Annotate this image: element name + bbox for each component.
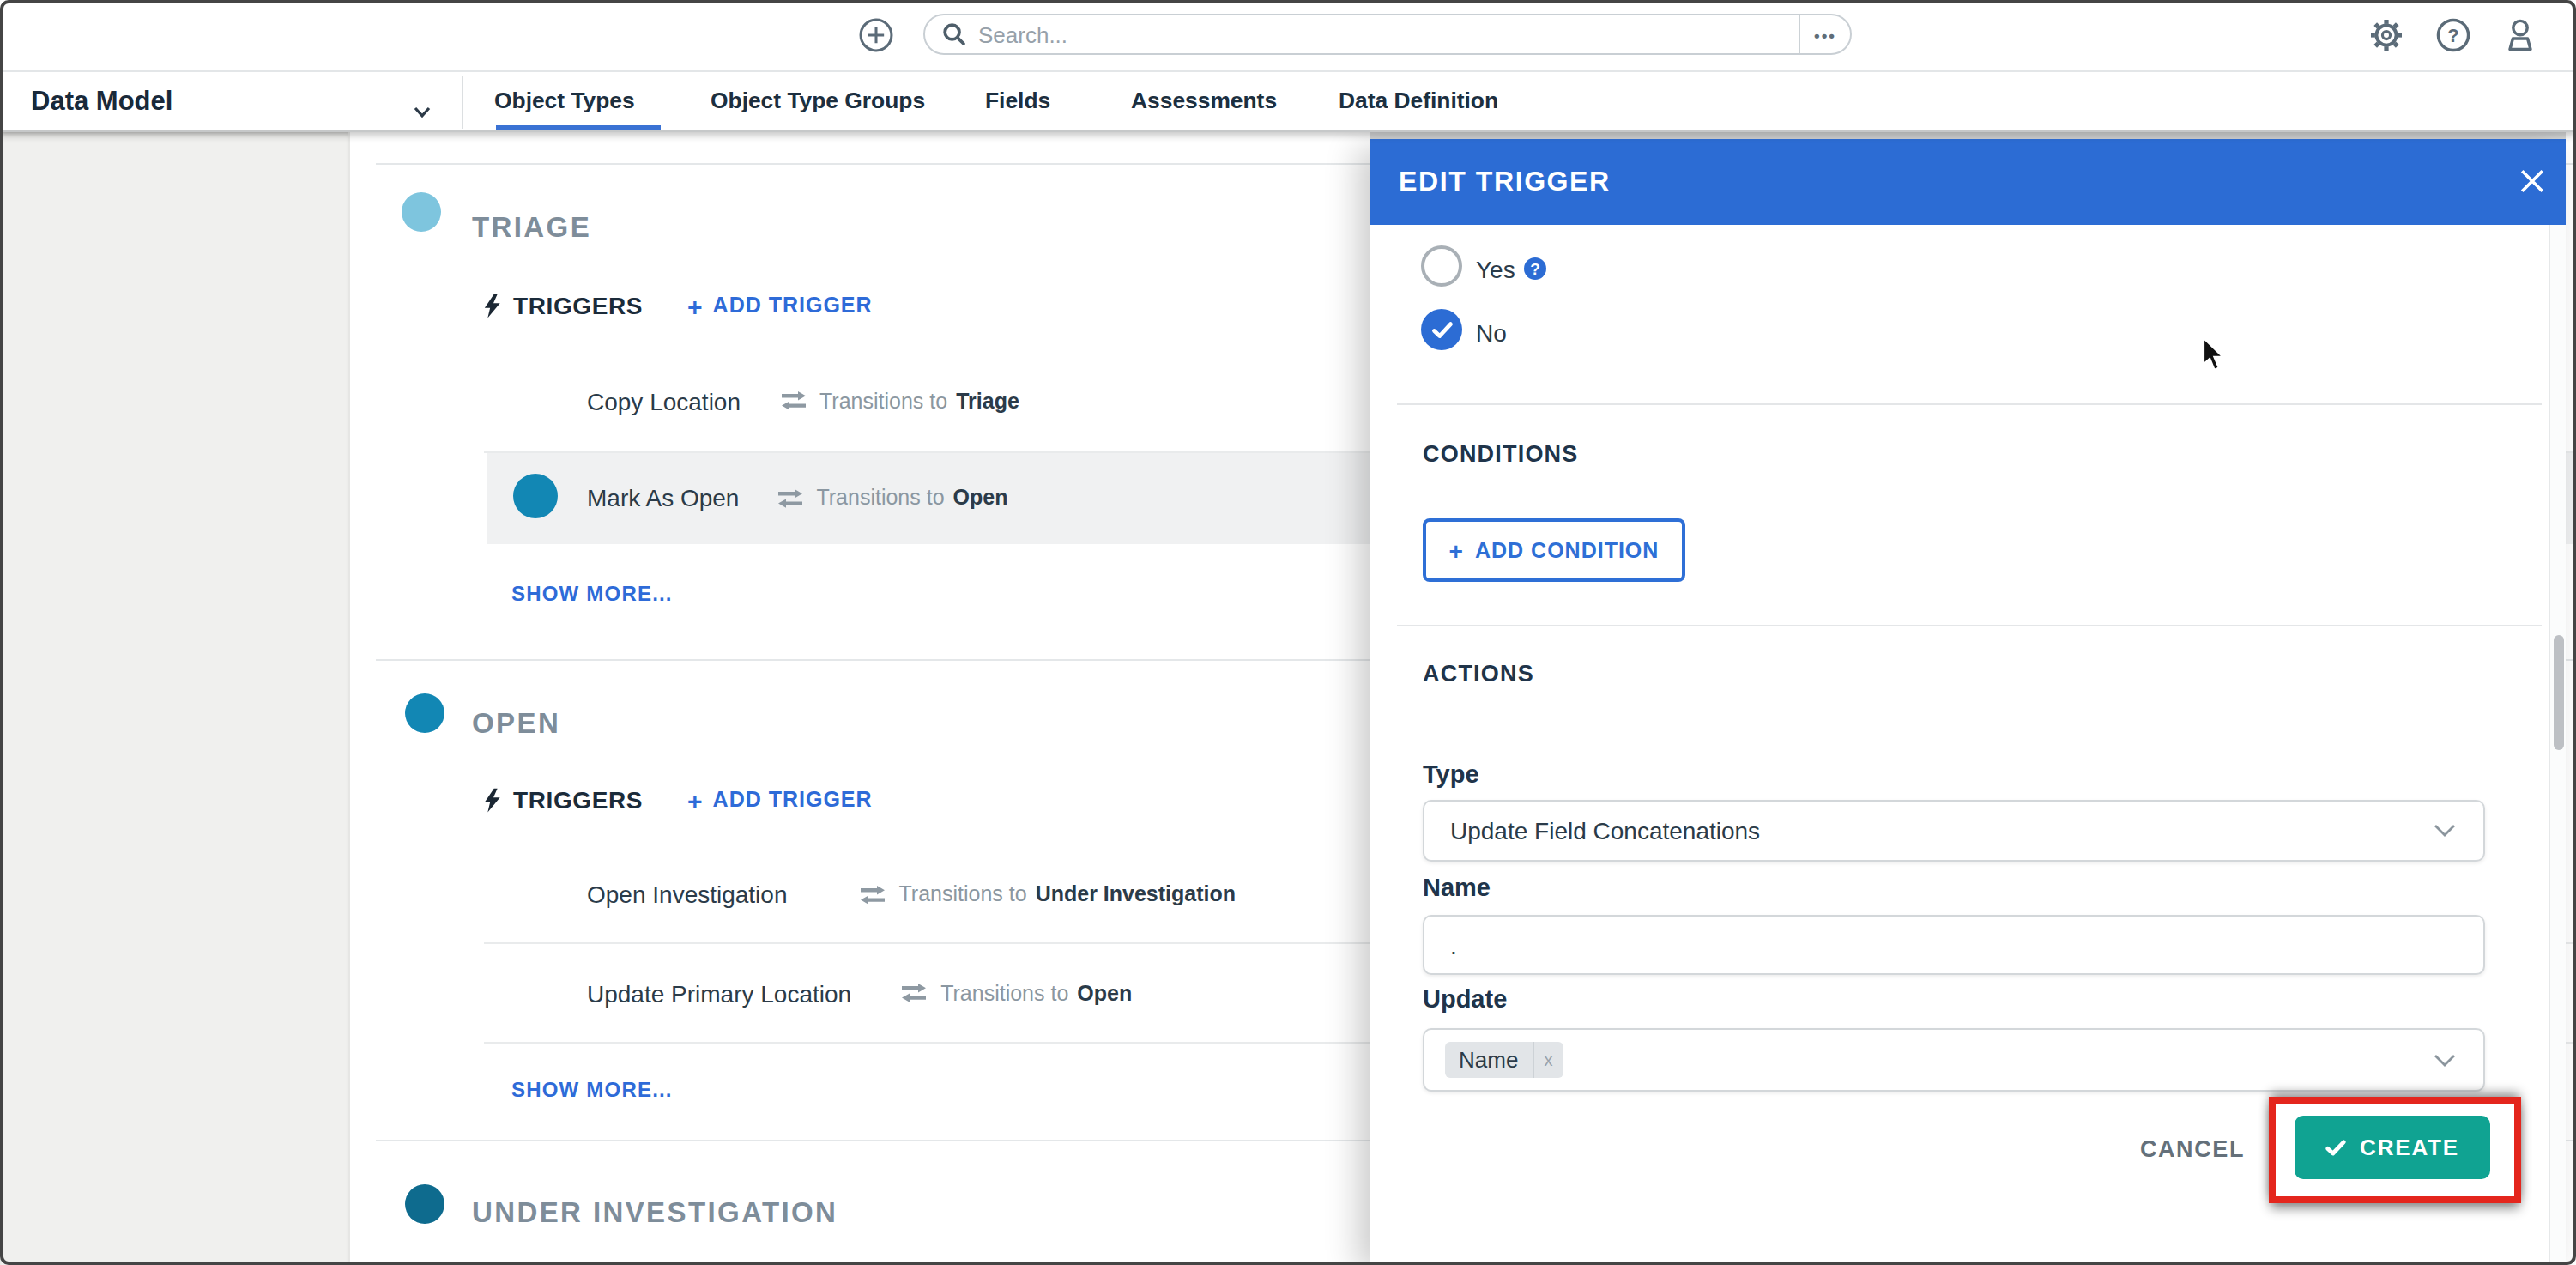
name-input[interactable]: . (1423, 915, 2485, 975)
add-trigger-button[interactable]: + ADD TRIGGER (687, 291, 873, 320)
state-title-open: OPEN (472, 707, 560, 740)
type-label: Type (1423, 760, 1479, 788)
add-condition-button[interactable]: + ADD CONDITION (1423, 518, 1685, 582)
cancel-button[interactable]: CANCEL (2125, 1136, 2245, 1162)
left-sidebar (0, 130, 350, 1265)
settings-gear-icon[interactable] (2368, 17, 2404, 53)
user-icon[interactable] (2502, 17, 2538, 53)
panel-header: EDIT TRIGGER (1370, 139, 2566, 225)
radio-no[interactable] (1421, 309, 1462, 350)
plus-icon: + (687, 785, 703, 814)
tab-assessments[interactable]: Assessments (1131, 70, 1277, 130)
create-button[interactable]: CREATE (2295, 1116, 2490, 1179)
update-select[interactable]: Name x (1423, 1028, 2485, 1092)
search-options-button[interactable]: ••• (1799, 15, 1850, 53)
transition-arrows-icon (901, 984, 927, 1002)
transition-arrows-icon (780, 391, 806, 410)
chevron-down-icon (414, 94, 431, 125)
name-label: Name (1423, 874, 1491, 901)
edit-trigger-panel: EDIT TRIGGER Yes ? No CONDITIONS + ADD C… (1370, 139, 2566, 1262)
tab-data-definition[interactable]: Data Definition (1339, 70, 1498, 130)
state-dot-open (405, 693, 444, 733)
lightning-bolt-icon (484, 291, 501, 320)
close-icon[interactable] (2519, 168, 2545, 194)
transition-arrows-icon (860, 885, 886, 904)
state-dot-under-investigation (405, 1184, 444, 1224)
actions-heading: ACTIONS (1423, 661, 1534, 687)
remove-tag-icon[interactable]: x (1532, 1042, 1563, 1078)
mouse-cursor (2202, 336, 2226, 379)
add-trigger-button[interactable]: + ADD TRIGGER (687, 785, 873, 814)
search-placeholder: Search... (978, 21, 1799, 47)
plus-icon: + (687, 291, 703, 320)
tab-fields[interactable]: Fields (985, 70, 1050, 130)
show-more-link[interactable]: SHOW MORE... (511, 582, 673, 606)
scrollbar-track[interactable] (2549, 225, 2566, 1262)
svg-text:?: ? (2447, 25, 2458, 46)
chevron-down-icon (2434, 1053, 2456, 1067)
help-badge-icon[interactable]: ? (1524, 257, 1546, 280)
data-model-dropdown[interactable]: Data Model (31, 70, 172, 130)
triggers-heading: TRIGGERS (513, 292, 643, 319)
annotation-highlight-box: CREATE (2269, 1097, 2521, 1203)
state-dot-triage (402, 192, 441, 232)
tab-object-types[interactable]: Object Types (494, 70, 635, 130)
panel-divider (1397, 403, 2542, 405)
chevron-down-icon (2434, 824, 2456, 838)
state-title-under-investigation: UNDER INVESTIGATION (472, 1196, 838, 1229)
radio-yes-label: Yes (1476, 256, 1515, 283)
transition-arrows-icon (777, 488, 802, 507)
radio-yes[interactable] (1421, 245, 1462, 287)
trigger-row[interactable]: Copy Location Transitions to Triage (587, 350, 1019, 451)
search-input[interactable]: Search... ••• (923, 14, 1852, 55)
trigger-row[interactable]: Update Primary Location Transitions to O… (587, 944, 1132, 1042)
nav-divider (462, 76, 463, 129)
nav-bar: Data Model Object Types Object Type Grou… (0, 70, 2576, 132)
lightning-bolt-icon (484, 785, 501, 814)
show-more-link[interactable]: SHOW MORE... (511, 1078, 673, 1102)
panel-divider (1397, 625, 2542, 626)
radio-no-label: No (1476, 319, 1507, 347)
triggers-heading: TRIGGERS (513, 786, 643, 814)
panel-title: EDIT TRIGGER (1399, 139, 1611, 225)
trigger-dot (513, 474, 558, 518)
search-icon (942, 22, 966, 46)
app-window: Search... ••• ? (0, 0, 2576, 1265)
conditions-heading: CONDITIONS (1423, 441, 1579, 467)
state-title-triage: TRIAGE (472, 211, 591, 244)
tab-object-type-groups[interactable]: Object Type Groups (711, 70, 925, 130)
scrollbar-thumb[interactable] (2553, 635, 2564, 750)
trigger-row[interactable]: Open Investigation Transitions to Under … (587, 844, 1236, 944)
active-tab-underline (496, 124, 661, 130)
type-select[interactable]: Update Field Concatenations (1423, 800, 2485, 862)
add-icon[interactable] (858, 17, 894, 53)
selected-tag: Name x (1445, 1042, 1563, 1078)
top-bar: Search... ••• ? (0, 0, 2576, 72)
help-icon[interactable]: ? (2435, 17, 2471, 53)
update-label: Update (1423, 985, 1507, 1013)
